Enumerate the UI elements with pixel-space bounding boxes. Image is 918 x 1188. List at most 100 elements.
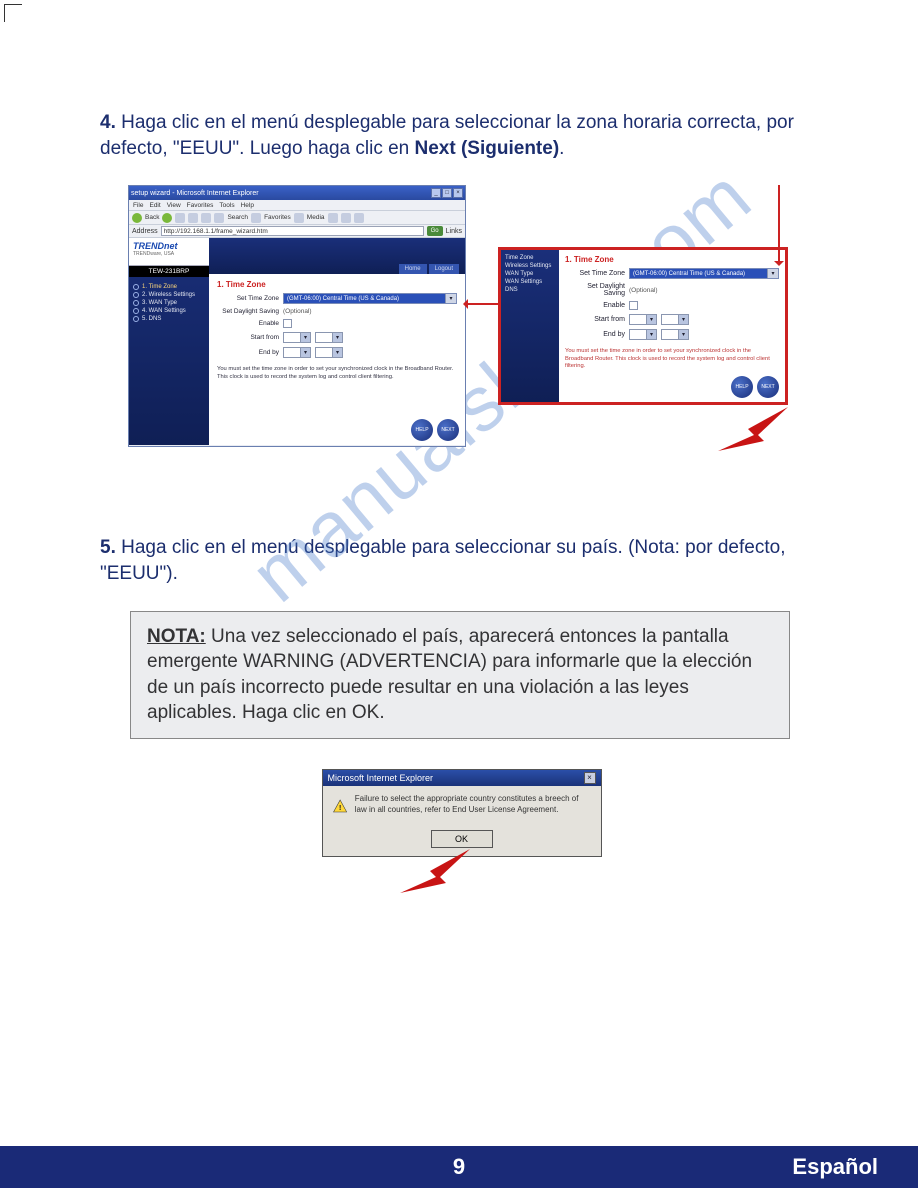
next-button[interactable]: NEXT bbox=[437, 419, 459, 441]
row-end: End by ▾ ▾ bbox=[217, 347, 457, 358]
stop-button[interactable] bbox=[175, 213, 185, 223]
next-button[interactable]: NEXT bbox=[757, 376, 779, 398]
home-button[interactable] bbox=[201, 213, 211, 223]
search-icon[interactable] bbox=[214, 213, 224, 223]
menu-tools[interactable]: Tools bbox=[219, 202, 234, 209]
toolbar: Back Search Favorites Media bbox=[129, 211, 465, 225]
warning-dialog: Microsoft Internet Explorer × ! Failure … bbox=[322, 769, 602, 857]
enable-checkbox[interactable] bbox=[629, 301, 638, 310]
row-set-timezone: Set Time Zone (GMT-06:00) Central Time (… bbox=[217, 293, 457, 304]
print-icon[interactable] bbox=[354, 213, 364, 223]
label-start: Start from bbox=[217, 334, 279, 341]
close-button[interactable]: × bbox=[453, 188, 463, 198]
label-set-tz: Set Time Zone bbox=[565, 270, 625, 277]
step-5-text: 5. Haga clic en el menú desplegable para… bbox=[100, 535, 823, 586]
end-day-select[interactable]: ▾ bbox=[661, 329, 689, 340]
zoom-main: 1. Time Zone Set Time Zone (GMT-06:00) C… bbox=[559, 250, 785, 402]
url-input[interactable]: http://192.168.1.1/frame_wizard.htm bbox=[161, 226, 424, 236]
dialog-body: ! Failure to select the appropriate coun… bbox=[323, 786, 601, 826]
brand-box: TRENDnet TRENDware, USA bbox=[129, 238, 209, 266]
label-enable: Enable bbox=[217, 320, 279, 327]
router-top-bar: Home Logout bbox=[209, 238, 465, 274]
timezone-select[interactable]: (GMT-06:00) Central Time (US & Canada)▾ bbox=[629, 268, 779, 279]
start-day-select[interactable]: ▾ bbox=[661, 314, 689, 325]
label-daylight: Set Daylight Saving bbox=[217, 308, 279, 315]
nav-wan-type[interactable]: 3. WAN Type bbox=[133, 299, 205, 307]
step-4-text: 4. Haga clic en el menú desplegable para… bbox=[100, 110, 823, 161]
menu-help[interactable]: Help bbox=[241, 202, 254, 209]
chevron-down-icon: ▾ bbox=[445, 294, 456, 303]
row-daylight: Set Daylight Saving (Optional) bbox=[217, 308, 457, 315]
page-body: 4. Haga clic en el menú desplegable para… bbox=[0, 0, 918, 899]
zoom-nav-item[interactable]: DNS bbox=[505, 286, 555, 294]
nav-wireless[interactable]: 2. Wireless Settings bbox=[133, 291, 205, 299]
maximize-button[interactable]: □ bbox=[442, 188, 452, 198]
nav-time-zone[interactable]: 1. Time Zone bbox=[133, 283, 205, 291]
tab-logout[interactable]: Logout bbox=[429, 264, 459, 274]
nav-dns[interactable]: 5. DNS bbox=[133, 315, 205, 323]
menu-edit[interactable]: Edit bbox=[149, 202, 160, 209]
address-label: Address bbox=[132, 228, 158, 235]
callout-arrow-left bbox=[466, 303, 498, 305]
bullet-icon bbox=[133, 316, 139, 322]
zoom-nav-item[interactable]: Wireless Settings bbox=[505, 262, 555, 270]
enable-checkbox[interactable] bbox=[283, 319, 292, 328]
step-5-body: Haga clic en el menú desplegable para se… bbox=[100, 537, 785, 584]
zoom-nav-item[interactable]: Time Zone bbox=[505, 254, 555, 262]
menu-favorites[interactable]: Favorites bbox=[187, 202, 214, 209]
zoom-nav-item[interactable]: WAN Settings bbox=[505, 278, 555, 286]
window-titlebar: setup wizard - Microsoft Internet Explor… bbox=[129, 186, 465, 200]
minimize-button[interactable]: _ bbox=[431, 188, 441, 198]
end-month-select[interactable]: ▾ bbox=[629, 329, 657, 340]
start-month-select[interactable]: ▾ bbox=[629, 314, 657, 325]
dialog-titlebar: Microsoft Internet Explorer × bbox=[323, 770, 601, 786]
nav-label: 1. Time Zone bbox=[142, 284, 177, 290]
dialog-close-button[interactable]: × bbox=[584, 772, 596, 784]
router-sidebar: TRENDnet TRENDware, USA TEW-231BRP 1. Ti… bbox=[129, 238, 209, 445]
menu-view[interactable]: View bbox=[167, 202, 181, 209]
note-text: NOTA: Una vez seleccionado el país, apar… bbox=[147, 624, 773, 727]
label-end: End by bbox=[565, 331, 625, 338]
media-icon[interactable] bbox=[294, 213, 304, 223]
page-number: 9 bbox=[453, 1154, 465, 1180]
history-icon[interactable] bbox=[328, 213, 338, 223]
row-enable: Enable bbox=[217, 319, 457, 328]
end-month-select[interactable]: ▾ bbox=[283, 347, 311, 358]
step-4-tail: . bbox=[559, 138, 564, 159]
zoom-nav-item[interactable]: WAN Type bbox=[505, 270, 555, 278]
end-day-select[interactable]: ▾ bbox=[315, 347, 343, 358]
menu-file[interactable]: File bbox=[133, 202, 143, 209]
timezone-select[interactable]: (GMT-06:00) Central Time (US & Canada)▾ bbox=[283, 293, 457, 304]
section-title: 1. Time Zone bbox=[565, 255, 779, 264]
router-main-panel: Home Logout 1. Time Zone Set Time Zone (… bbox=[209, 238, 465, 445]
note-body: Una vez seleccionado el país, aparecerá … bbox=[147, 626, 752, 724]
favorites-icon[interactable] bbox=[251, 213, 261, 223]
refresh-button[interactable] bbox=[188, 213, 198, 223]
start-month-select[interactable]: ▾ bbox=[283, 332, 311, 343]
dialog-title: Microsoft Internet Explorer bbox=[328, 773, 434, 783]
ok-button[interactable]: OK bbox=[431, 830, 493, 848]
row-set-timezone: Set Time Zone (GMT-06:00) Central Time (… bbox=[565, 268, 779, 279]
language-label: Español bbox=[792, 1154, 878, 1180]
back-label: Back bbox=[145, 214, 159, 221]
back-button[interactable] bbox=[132, 213, 142, 223]
nav-wan-settings[interactable]: 4. WAN Settings bbox=[133, 307, 205, 315]
row-start: Start from ▾ ▾ bbox=[565, 314, 779, 325]
chevron-down-icon: ▾ bbox=[332, 333, 342, 342]
model-label: TEW-231BRP bbox=[129, 266, 209, 277]
tab-home[interactable]: Home bbox=[399, 264, 427, 274]
chevron-down-icon: ▾ bbox=[678, 315, 688, 324]
label-daylight: Set Daylight Saving bbox=[565, 283, 625, 297]
help-button[interactable]: HELP bbox=[411, 419, 433, 441]
mail-icon[interactable] bbox=[341, 213, 351, 223]
start-day-select[interactable]: ▾ bbox=[315, 332, 343, 343]
go-button[interactable]: Go bbox=[427, 226, 443, 236]
window-title: setup wizard - Microsoft Internet Explor… bbox=[131, 190, 259, 197]
forward-button[interactable] bbox=[162, 213, 172, 223]
chevron-down-icon: ▾ bbox=[646, 330, 656, 339]
browser-window: setup wizard - Microsoft Internet Explor… bbox=[128, 185, 466, 447]
wizard-nav-buttons: HELP NEXT bbox=[731, 376, 779, 398]
step-4: 4. Haga clic en el menú desplegable para… bbox=[100, 110, 823, 475]
help-button[interactable]: HELP bbox=[731, 376, 753, 398]
chevron-down-icon: ▾ bbox=[332, 348, 342, 357]
